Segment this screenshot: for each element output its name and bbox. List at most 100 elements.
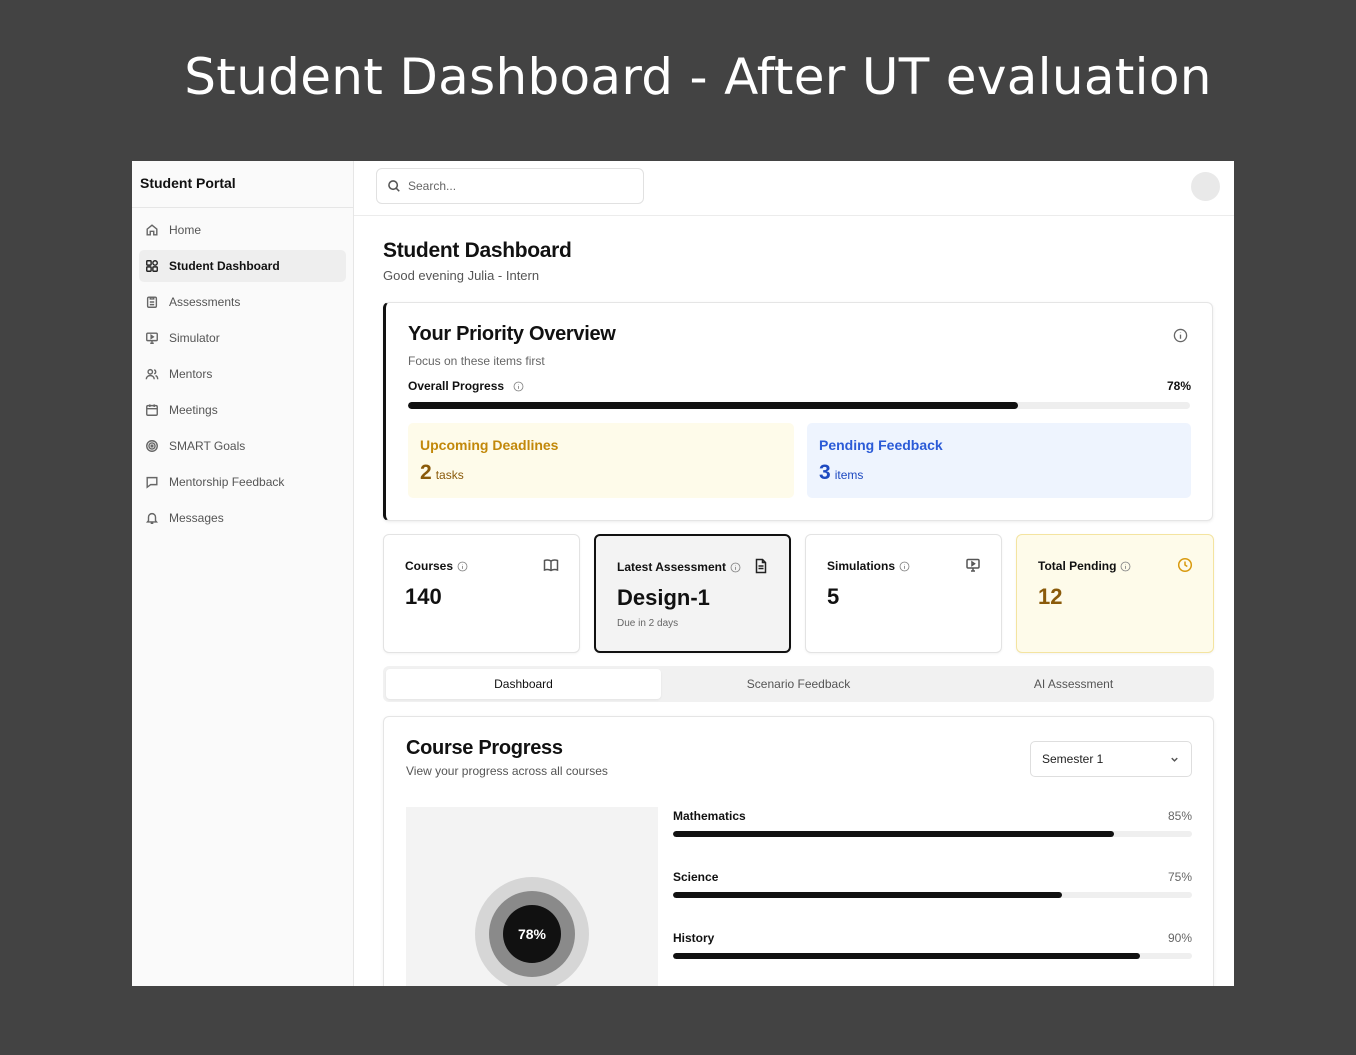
main-content: Student Dashboard Good evening Julia - I… [354,161,1234,986]
stat-value: Design-1 [617,585,710,610]
tab-ai-assessment[interactable]: AI Assessment [936,669,1211,699]
semester-select-value: Semester 1 [1042,752,1104,766]
monitor-icon [965,557,981,573]
overall-progress-track [408,402,1190,409]
priority-subtitle: Focus on these items first [408,354,545,368]
course-percent: 85% [1167,809,1192,823]
course-row-mathematics: Mathematics 85% [673,809,1192,870]
sidebar-nav: Home Student Dashboard Assessments Simul… [132,208,353,544]
info-icon[interactable] [513,381,524,392]
page-title: Student Dashboard [383,239,572,262]
sidebar-item-label: Assessments [169,295,241,309]
info-icon[interactable] [1120,561,1131,572]
search-box[interactable] [376,168,644,204]
sidebar-item-meetings[interactable]: Meetings [139,394,346,426]
info-icon[interactable] [899,561,910,572]
course-row-history: History 90% [673,931,1192,986]
sidebar-item-smart-goals[interactable]: SMART Goals [139,430,346,462]
monitor-icon [144,330,160,346]
stat-value: 140 [405,584,442,609]
course-progress-track [673,831,1192,837]
deadlines-count: 2 tasks [420,461,464,484]
course-name: History [673,931,715,945]
priority-title: Your Priority Overview [408,323,616,345]
sidebar-item-label: Mentorship Feedback [169,475,285,489]
feedback-count: 3 items [819,461,864,484]
course-name: Science [673,870,719,884]
course-progress-card: Course Progress View your progress acros… [383,716,1214,986]
chevron-down-icon [1171,757,1178,762]
info-icon[interactable] [730,562,741,573]
course-percent: 75% [1167,870,1192,884]
upcoming-deadlines-tile[interactable]: Upcoming Deadlines 2 tasks [408,423,794,498]
course-percent: 90% [1167,931,1192,945]
sidebar-item-label: Simulator [169,331,220,345]
sidebar-item-label: Meetings [169,403,218,417]
course-name: Mathematics [673,809,746,823]
course-progress-fill [673,831,1115,837]
latest-assessment-stat-card[interactable]: Latest Assessment Design-1 Due in 2 days [594,534,791,653]
overall-progress-fill [408,402,1018,409]
sidebar-item-label: Messages [169,511,224,525]
course-progress-fill [673,892,1063,898]
sidebar-item-label: SMART Goals [169,439,246,453]
topbar [354,161,1234,216]
app-window: Student Portal Home Student Dashboard As… [132,161,1234,986]
book-icon [543,557,559,573]
home-icon [144,222,160,238]
target-icon [144,438,160,454]
course-row-science: Science 75% [673,870,1192,931]
courses-stat-card[interactable]: Courses 140 [383,534,580,653]
overall-donut-panel: 78% [406,807,658,986]
tab-dashboard[interactable]: Dashboard [386,669,661,699]
stat-value: 5 [827,584,840,609]
avatar[interactable] [1191,172,1220,201]
info-icon[interactable] [1173,328,1188,343]
bell-icon [144,510,160,526]
sidebar-item-mentors[interactable]: Mentors [139,358,346,390]
course-bars: Mathematics 85% Science 75% History 90% [673,809,1192,986]
stat-label: Latest Assessment [617,560,741,574]
sidebar-item-label: Student Dashboard [169,259,280,273]
stat-label: Simulations [827,559,910,573]
sidebar-item-messages[interactable]: Messages [139,502,346,534]
sidebar-item-label: Mentors [169,367,213,381]
deadlines-title: Upcoming Deadlines [420,437,559,453]
course-progress-title: Course Progress [406,737,563,759]
brand-name: Student Portal [132,161,353,208]
calendar-icon [144,402,160,418]
sidebar-item-home[interactable]: Home [139,214,346,246]
sidebar-item-simulator[interactable]: Simulator [139,322,346,354]
overall-progress-label: Overall Progress [408,379,524,393]
stat-label: Total Pending [1038,559,1131,573]
chat-icon [144,474,160,490]
sidebar-item-label: Home [169,223,202,237]
page-subtitle: Good evening Julia - Intern [383,268,540,283]
info-icon[interactable] [457,561,468,572]
total-pending-stat-card[interactable]: Total Pending 12 [1016,534,1214,653]
stat-value: 12 [1038,584,1063,609]
overall-progress-donut-label: 78% [517,926,547,942]
overall-progress-value: 78% [1166,379,1191,393]
sidebar-item-assessments[interactable]: Assessments [139,286,346,318]
sidebar: Student Portal Home Student Dashboard As… [132,161,354,986]
sidebar-item-mentorship-feedback[interactable]: Mentorship Feedback [139,466,346,498]
course-progress-fill [673,953,1141,959]
course-progress-track [673,892,1192,898]
course-progress-subtitle: View your progress across all courses [406,764,608,778]
stat-label: Courses [405,559,468,573]
semester-select[interactable]: Semester 1 [1030,741,1192,777]
pending-feedback-tile[interactable]: Pending Feedback 3 items [807,423,1191,498]
tab-scenario-feedback[interactable]: Scenario Feedback [661,669,936,699]
clipboard-icon [144,294,160,310]
priority-overview-card: Your Priority Overview Focus on these it… [383,302,1213,521]
search-icon [388,180,400,192]
document-icon [753,558,769,574]
sidebar-item-student-dashboard[interactable]: Student Dashboard [139,250,346,282]
dashboard-tabs: Dashboard Scenario Feedback AI Assessmen… [383,666,1214,702]
search-input[interactable] [408,179,628,193]
slide-headline: Student Dashboard - After UT evaluation [184,48,1212,106]
dashboard-icon [144,258,160,274]
simulations-stat-card[interactable]: Simulations 5 [805,534,1002,653]
clock-icon [1177,557,1193,573]
